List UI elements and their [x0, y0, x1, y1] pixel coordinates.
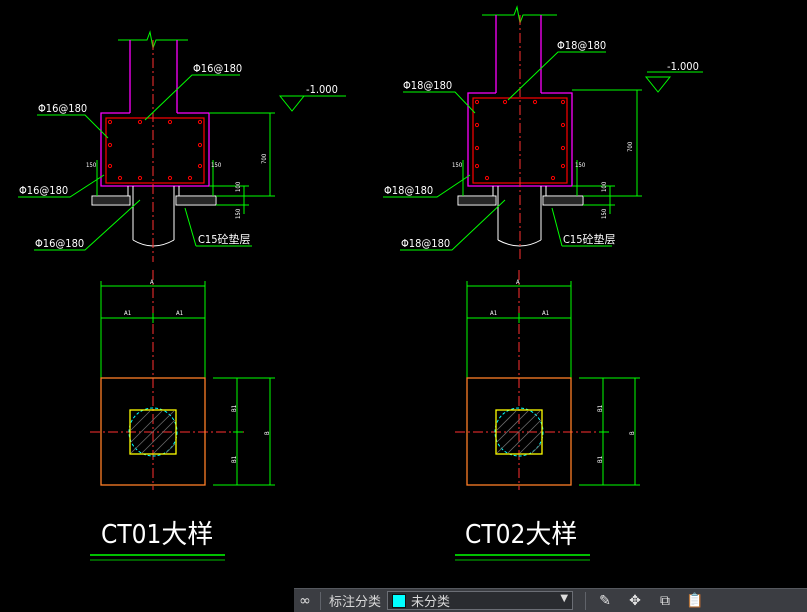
ct01-plan-dim-b: B [264, 431, 271, 435]
ct01-plan-dim-a: A [150, 279, 154, 286]
category-color-swatch [392, 593, 407, 608]
ct02-dim-700: 700 [627, 141, 634, 152]
ct01-elevation-label: -1.000 [306, 83, 338, 96]
ct01-dim-150-bottom: 150 [235, 208, 242, 219]
ct02-title: CT02大样 [465, 520, 577, 550]
ct02-elevation-label: -1.000 [667, 60, 699, 73]
ct01-title: CT01大样 [101, 520, 213, 550]
ct02-cushion-label: C15砼垫层 [563, 232, 616, 246]
chevron-down-icon: ▼ [560, 593, 569, 604]
annotation-toolbar: ∞ 标注分类 未分类 ▼ ✎ ✥ ⧉ 📋 [294, 588, 807, 612]
ct01-plan-view: A A1 A1 B B1 B1 [90, 270, 275, 490]
ct01-plan-dim-b1-top: B1 [231, 405, 238, 412]
ct02-plan-view: A A1 A1 B B1 B1 [455, 270, 640, 490]
ct01-plan-dim-b1-bottom: B1 [231, 456, 238, 463]
ct02-column-rebar-label: Φ18@180 [557, 39, 606, 52]
cap-rebar-cage [105, 117, 205, 184]
toolbar-divider [320, 591, 321, 610]
ct02-dim-100: 100 [601, 181, 608, 192]
ct02-dim-150-bottom: 150 [601, 208, 608, 219]
cad-drawing-canvas[interactable]: Φ16@180 Φ16@180 Φ16@180 Φ16@180 -1.000 C… [0, 0, 807, 611]
move-icon: ✥ [629, 592, 641, 609]
detail-ct02: Φ18@180 Φ18@180 Φ18@180 Φ18@180 -1.000 C… [383, 5, 703, 561]
ct02-plan-dim-a1-left: A1 [490, 310, 497, 317]
ct01-bottom-rebar-label: Φ16@180 [19, 184, 68, 197]
ct01-cushion-label: C15砼垫层 [198, 232, 251, 246]
category-label: 标注分类 [329, 595, 382, 610]
paste-button[interactable]: 📋 [680, 591, 710, 611]
copy-icon: ⧉ [660, 592, 671, 609]
ct02-bottom-rebar-label: Φ18@180 [384, 184, 433, 197]
ct02-plan-dim-a: A [516, 279, 520, 286]
ct02-pile-rebar-label: Φ18@180 [401, 237, 450, 250]
ct01-dim-150-left: 150 [86, 162, 97, 169]
move-button[interactable]: ✥ [620, 591, 650, 611]
copy-button[interactable]: ⧉ [650, 591, 680, 611]
category-select[interactable]: 未分类 ▼ [387, 591, 574, 610]
ct02-plan-dim-a1-right: A1 [542, 310, 549, 317]
rebar-dots [107, 119, 203, 181]
edit-button[interactable]: ✎ [590, 591, 620, 611]
ct01-dim-700: 700 [261, 153, 268, 164]
ct02-plan-dim-b1-top: B1 [597, 405, 604, 412]
category-select-value: 未分类 [411, 595, 451, 610]
ct01-left-rebar-label: Φ16@180 [38, 102, 87, 115]
ct02-plan-dim-b: B [629, 431, 636, 435]
ct01-plan-dim-a1-right: A1 [176, 310, 183, 317]
ct02-left-rebar-label: Φ18@180 [403, 79, 452, 92]
toolbar-divider [585, 591, 587, 610]
edit-icon: ✎ [599, 592, 611, 609]
ct01-pile-rebar-label: Φ16@180 [35, 237, 84, 250]
link-icon[interactable]: ∞ [294, 591, 316, 611]
detail-ct01: Φ16@180 Φ16@180 Φ16@180 Φ16@180 -1.000 C… [18, 30, 346, 561]
ct02-dim-150-left: 150 [452, 162, 463, 169]
ct01-dim-100: 100 [235, 181, 242, 192]
ct01-column-rebar-label: Φ16@180 [193, 62, 242, 75]
ct01-dim-150-right: 150 [211, 162, 222, 169]
ct01-plan-dim-a1-left: A1 [124, 310, 131, 317]
paste-icon: 📋 [686, 592, 704, 609]
ct02-plan-dim-b1-bottom: B1 [597, 456, 604, 463]
ct02-dim-150-right: 150 [575, 162, 586, 169]
cushion-layer [91, 195, 217, 206]
